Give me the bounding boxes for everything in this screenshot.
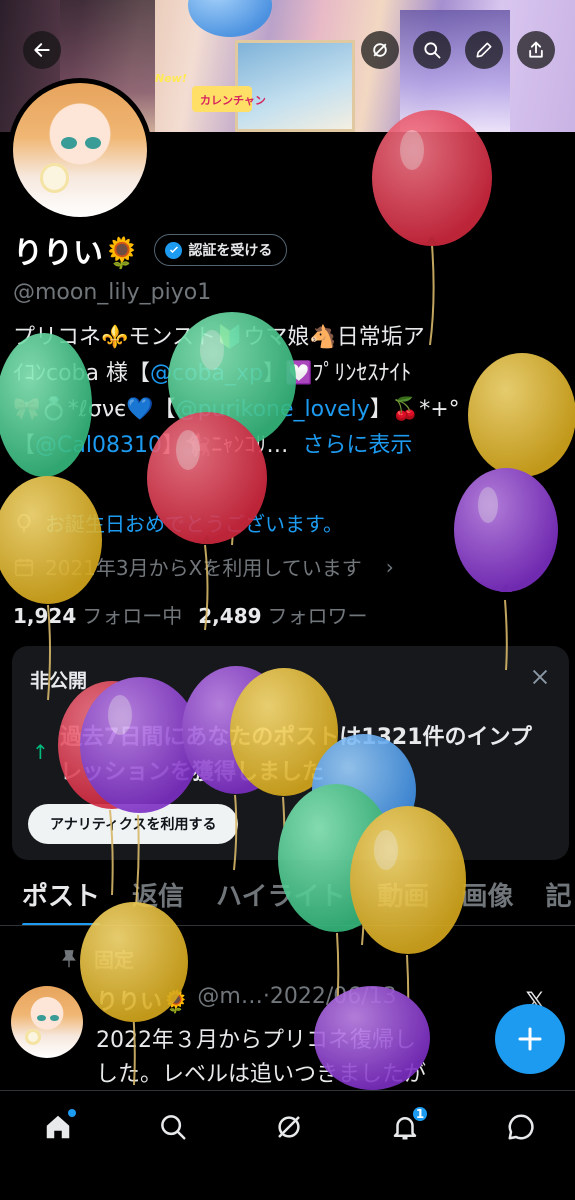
- analytics-button[interactable]: アナリティクスを利用する: [28, 804, 239, 844]
- post-avatar-image: [11, 986, 83, 1058]
- tab-highlights[interactable]: ハイライト: [216, 872, 345, 925]
- pin-icon: [62, 949, 76, 967]
- tab-images[interactable]: 画像: [462, 872, 514, 925]
- tab-posts[interactable]: ポスト: [22, 872, 101, 925]
- tab-articles[interactable]: 記: [546, 872, 572, 925]
- banner-new-label: New!: [155, 72, 187, 85]
- mention-link-coba[interactable]: @coba_xp: [150, 361, 263, 386]
- post-header: りりい🌻 @m…·2022/06/13: [96, 984, 397, 1016]
- get-verified-label: 認証を受ける: [188, 243, 273, 259]
- get-verified-button[interactable]: 認証を受ける: [154, 234, 288, 266]
- private-insights-card: 非公開 ↑ 過去7日間にあなたのポストは1321件のインプレッションを獲得しまし…: [12, 646, 569, 860]
- mention-link-purikone[interactable]: @purikone_lovely: [176, 397, 370, 422]
- banner-art-card: [235, 40, 355, 132]
- tab-replies[interactable]: 返信: [132, 872, 184, 925]
- post-meta: @m…·2022/06/13: [197, 984, 397, 1009]
- arrow-up-icon: ↑: [32, 740, 49, 764]
- nav-messages[interactable]: [501, 1107, 541, 1147]
- nav-notifications[interactable]: 1: [385, 1105, 429, 1147]
- post-avatar[interactable]: [11, 986, 83, 1058]
- banner-art-right: [400, 10, 510, 132]
- tab-videos[interactable]: 動画: [378, 872, 430, 925]
- name-row: りりい🌻 認証を受ける: [13, 228, 288, 272]
- search-icon: [424, 42, 441, 59]
- joined-text: 2021年3月からXを利用しています: [45, 556, 362, 580]
- grok-icon: [373, 43, 387, 57]
- arrow-left-icon: [34, 43, 50, 57]
- close-icon[interactable]: [529, 666, 551, 688]
- joined-row: 2021年3月からXを利用しています ›: [13, 552, 394, 581]
- show-more-link[interactable]: さらに表示: [302, 433, 412, 458]
- share-button[interactable]: [517, 31, 555, 69]
- post-author-name[interactable]: りりい🌻: [96, 984, 189, 1016]
- followers-link[interactable]: 2,489 フォロワー: [198, 600, 367, 629]
- search-button[interactable]: [413, 31, 451, 69]
- follow-stats: 1,924 フォロー中 2,489 フォロワー: [13, 600, 368, 629]
- home-unread-dot: [68, 1109, 76, 1117]
- impressions-text: 過去7日間にあなたのポストは1321件のインプレッションを獲得しました: [60, 725, 532, 785]
- nav-home[interactable]: [38, 1107, 78, 1147]
- pinned-label: 固定: [94, 948, 134, 972]
- display-name: りりい🌻: [13, 236, 141, 271]
- balloon-icon: [17, 513, 31, 532]
- chat-bubble-icon: [508, 1114, 534, 1140]
- private-label: 非公開: [30, 670, 88, 692]
- compose-post-button[interactable]: [495, 1004, 565, 1074]
- verified-badge-icon: [165, 241, 183, 259]
- bio-line-1: プリコネ⚜️モンスト🔰ウマ娘🐴日常垢ア: [13, 325, 425, 350]
- user-handle: @moon_lily_piyo1: [13, 280, 212, 305]
- bottom-navigation: 1: [0, 1090, 575, 1200]
- calendar-icon: [14, 558, 34, 576]
- avatar-image: [13, 83, 147, 217]
- birthday-text: お誕生日おめでとうございます。: [45, 512, 343, 536]
- bio-line-3: 🎀💍*ℓσνє💙【@purikone_lovely】🍒*+°: [13, 397, 460, 422]
- grok-button[interactable]: [361, 31, 399, 69]
- nav-grok[interactable]: [269, 1107, 309, 1147]
- birthday-row: お誕生日おめでとうございます。: [13, 508, 343, 537]
- nav-search[interactable]: [153, 1107, 193, 1147]
- mention-link-cal[interactable]: @Cal08310: [35, 433, 162, 458]
- search-icon: [161, 1115, 186, 1140]
- pinned-indicator: 固定: [58, 944, 134, 973]
- back-button[interactable]: [23, 31, 61, 69]
- grok-icon: [278, 1116, 300, 1138]
- home-icon: [46, 1115, 70, 1139]
- bio-line-2: ｲｺﾝcoba 様【@coba_xp】💟ﾌﾟﾘﾝｾｽﾅｲﾄ: [13, 361, 412, 386]
- profile-avatar[interactable]: [8, 78, 152, 222]
- bio-line-4: 【@Cal08310】🐈‍⬛ﾆｬﾝｺﾘ… さらに表示: [13, 433, 413, 458]
- banner-text: カレンチャン: [200, 94, 266, 107]
- plus-icon: [518, 1027, 542, 1051]
- notification-badge: 1: [411, 1105, 429, 1123]
- following-link[interactable]: 1,924 フォロー中: [13, 600, 182, 629]
- share-icon: [529, 41, 543, 58]
- bio: プリコネ⚜️モンスト🔰ウマ娘🐴日常垢ア ｲｺﾝcoba 様【@coba_xp】💟…: [13, 320, 568, 464]
- profile-tabs: ポスト 返信 ハイライト 動画 画像 記: [0, 872, 575, 926]
- post-text[interactable]: 2022年３月からプリコネ復帰し した。レベルは追いつきましたが: [96, 1024, 546, 1092]
- chevron-right-icon: ›: [385, 554, 394, 579]
- pencil-icon: [476, 42, 492, 58]
- edit-button[interactable]: [465, 31, 503, 69]
